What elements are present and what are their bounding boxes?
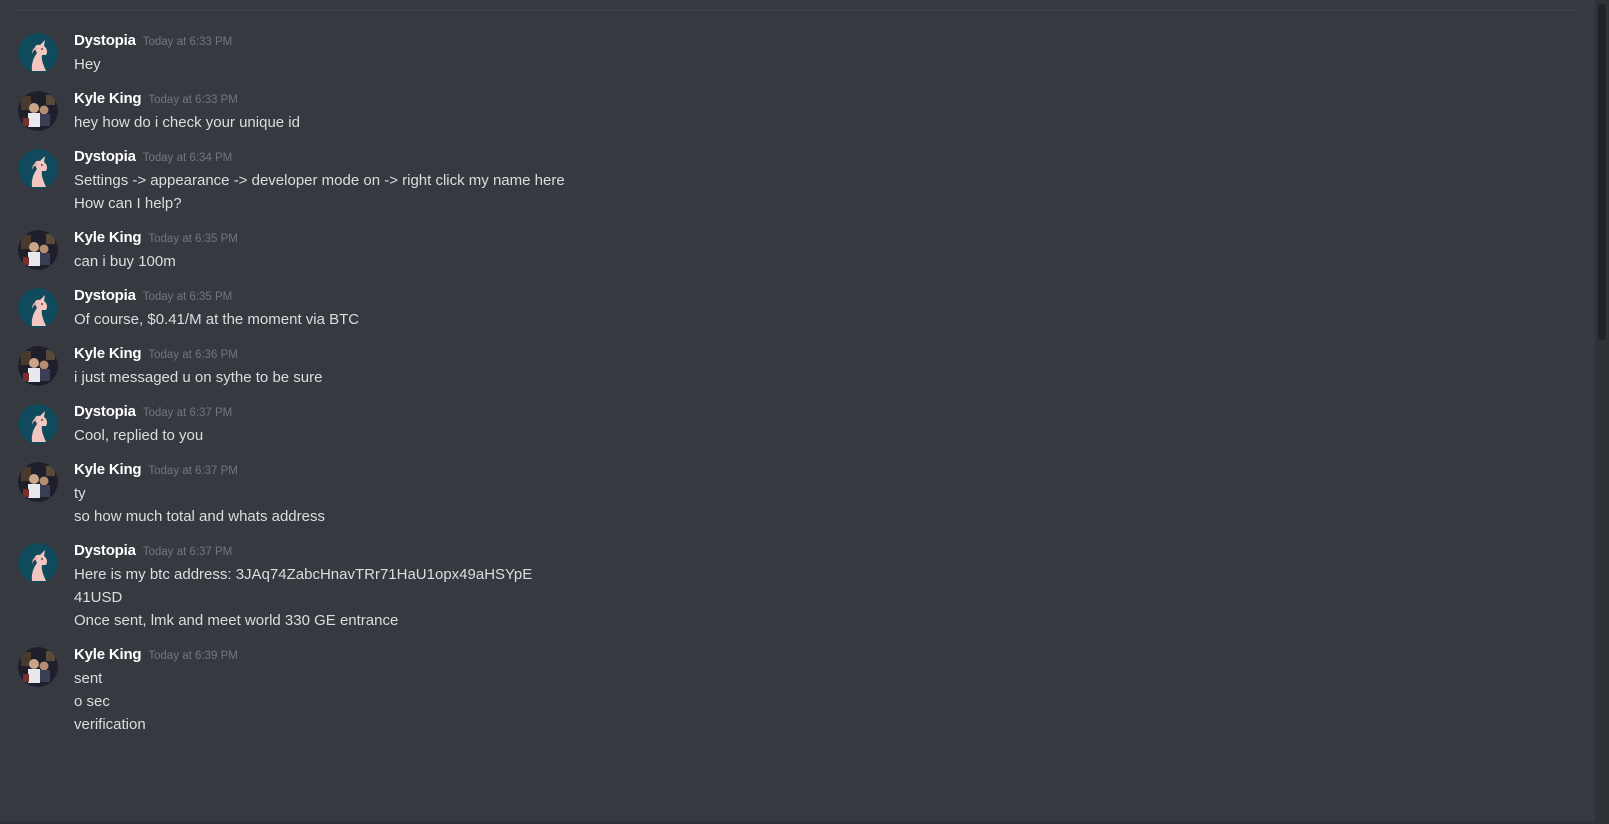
message-text: hey how do i check your unique id (74, 114, 300, 131)
message-group[interactable]: Dystopia Today at 6:34 PM Settings -> appe… (0, 146, 1580, 214)
message-header: Dystopia Today at 6:33 PM (74, 30, 1580, 52)
timestamp: Today at 6:34 PM (142, 152, 233, 164)
timestamp: Today at 6:37 PM (142, 546, 233, 558)
username[interactable]: Dystopia (74, 542, 136, 559)
timestamp: Today at 6:39 PM (148, 650, 238, 662)
message-group[interactable]: Dystopia Today at 6:35 PM Of course, $0.41… (0, 285, 1580, 330)
message-text: Settings -> appearance -> developer mode… (74, 172, 565, 189)
message-text: so how much total and whats address (74, 508, 325, 525)
scrollbar[interactable] (1595, 0, 1609, 824)
timestamp: Today at 6:36 PM (148, 349, 238, 361)
divider (16, 10, 1578, 11)
avatar-unicorn-icon[interactable] (18, 543, 58, 583)
message-text: sent (74, 670, 103, 687)
message-text: Hey (74, 56, 101, 73)
message-text: o sec (74, 693, 110, 710)
message-text: Here is my btc address: 3JAq74ZabcHnavTR… (74, 566, 533, 583)
username[interactable]: Kyle King (74, 90, 142, 107)
message-text: can i buy 100m (74, 253, 176, 270)
avatar-unicorn-icon[interactable] (18, 33, 58, 73)
timestamp: Today at 6:33 PM (142, 36, 233, 48)
timestamp: Today at 6:35 PM (142, 291, 233, 303)
timestamp: Today at 6:37 PM (148, 465, 238, 477)
message-header: Kyle King Today at 6:35 PM (74, 227, 1580, 249)
message-header: Kyle King Today at 6:37 PM (74, 459, 1580, 481)
avatar-photo-icon[interactable] (18, 647, 58, 687)
avatar-unicorn-icon[interactable] (18, 404, 58, 444)
message-text: Of course, $0.41/M at the moment via BTC (74, 311, 360, 328)
message-header: Dystopia Today at 6:35 PM (74, 285, 1580, 307)
message-list[interactable]: Dystopia Today at 6:33 PM Hey Kyle King Tod… (0, 30, 1580, 748)
message-group[interactable]: Kyle King Today at 6:36 PM i just messaged… (0, 343, 1580, 388)
username[interactable]: Kyle King (74, 461, 142, 478)
chat-window: Dystopia Today at 6:33 PM Hey Kyle King Tod… (0, 0, 1595, 824)
username[interactable]: Kyle King (74, 345, 142, 362)
message-header: Kyle King Today at 6:33 PM (74, 88, 1580, 110)
message-group[interactable]: Kyle King Today at 6:37 PM ty so how much t… (0, 459, 1580, 527)
message-text: How can I help? (74, 195, 182, 212)
message-header: Kyle King Today at 6:39 PM (74, 644, 1580, 666)
avatar-unicorn-icon[interactable] (18, 149, 58, 189)
scrollbar-thumb[interactable] (1598, 4, 1606, 340)
avatar-photo-icon[interactable] (18, 346, 58, 386)
message-group[interactable]: Kyle King Today at 6:35 PM can i buy 100m (0, 227, 1580, 272)
message-text: verification (74, 716, 146, 733)
avatar-unicorn-icon[interactable] (18, 288, 58, 328)
message-group[interactable]: Dystopia Today at 6:37 PM Here is my btc a… (0, 540, 1580, 631)
timestamp: Today at 6:37 PM (142, 407, 233, 419)
avatar-photo-icon[interactable] (18, 91, 58, 131)
message-group[interactable]: Dystopia Today at 6:33 PM Hey (0, 30, 1580, 75)
username[interactable]: Kyle King (74, 646, 142, 663)
message-header: Dystopia Today at 6:37 PM (74, 401, 1580, 423)
message-text: Cool, replied to you (74, 427, 204, 444)
message-text: Once sent, lmk and meet world 330 GE ent… (74, 612, 399, 629)
username[interactable]: Dystopia (74, 287, 136, 304)
message-group[interactable]: Kyle King Today at 6:39 PM sent o sec verifi… (0, 644, 1580, 735)
message-group[interactable]: Dystopia Today at 6:37 PM Cool, replied to… (0, 401, 1580, 446)
message-text: 41USD (74, 589, 123, 606)
username[interactable]: Dystopia (74, 32, 136, 49)
message-group[interactable]: Kyle King Today at 6:33 PM hey how do i ch… (0, 88, 1580, 133)
timestamp: Today at 6:33 PM (148, 94, 238, 106)
message-text: ty (74, 485, 86, 502)
username[interactable]: Kyle King (74, 229, 142, 246)
message-header: Kyle King Today at 6:36 PM (74, 343, 1580, 365)
message-header: Dystopia Today at 6:34 PM (74, 146, 1580, 168)
timestamp: Today at 6:35 PM (148, 233, 238, 245)
message-text: i just messaged u on sythe to be sure (74, 369, 323, 386)
message-header: Dystopia Today at 6:37 PM (74, 540, 1580, 562)
username[interactable]: Dystopia (74, 148, 136, 165)
username[interactable]: Dystopia (74, 403, 136, 420)
avatar-photo-icon[interactable] (18, 230, 58, 270)
avatar-photo-icon[interactable] (18, 462, 58, 502)
